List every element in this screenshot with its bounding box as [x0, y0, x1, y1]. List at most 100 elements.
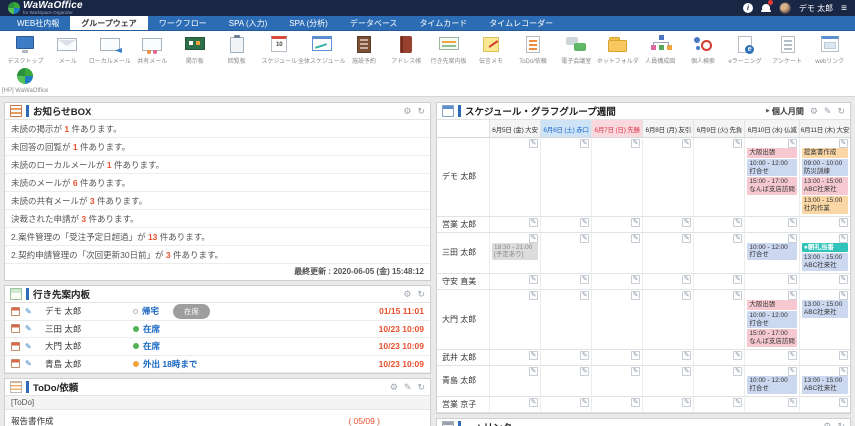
schedule-cell[interactable]: ✎ — [489, 366, 540, 397]
edit-icon[interactable]: ✎ — [529, 367, 538, 376]
status-text[interactable]: 在席 — [143, 323, 160, 335]
schedule-cell[interactable]: ✎13:00 - 15:00ABC社来社 — [799, 290, 850, 350]
schedule-event[interactable]: 10:00 - 12:00打合せ — [747, 159, 797, 177]
schedule-cell[interactable]: ✎13:00 - 15:00ABC社来社 — [799, 366, 850, 397]
edit-icon[interactable]: ✎ — [839, 351, 848, 360]
edit-icon[interactable]: ✎ — [682, 367, 691, 376]
schedule-cell[interactable]: ✎ — [693, 138, 744, 217]
schedule-cell[interactable]: ✎ — [799, 397, 850, 413]
schedule-event[interactable]: 13:00 - 15:00ABC社来社 — [802, 253, 848, 271]
calendar-icon[interactable] — [11, 359, 20, 368]
toolbar-item-mail[interactable]: メール — [46, 35, 88, 65]
edit-icon[interactable]: ✎ — [788, 291, 797, 300]
edit-icon[interactable]: ✎ — [529, 398, 538, 407]
edit-icon[interactable]: ✎ — [529, 291, 538, 300]
schedule-cell[interactable]: ✎ — [642, 366, 693, 397]
edit-icon[interactable]: ✎ — [631, 275, 640, 284]
edit-icon[interactable]: ✎ — [788, 351, 797, 360]
edit-icon[interactable]: ✎ — [580, 291, 589, 300]
schedule-cell[interactable]: ✎ — [744, 350, 799, 366]
schedule-cell[interactable]: ✎ — [642, 217, 693, 233]
edit-icon[interactable]: ✎ — [580, 139, 589, 148]
todo-item[interactable]: 報告書作成( 05/09 ) — [5, 410, 430, 426]
edit-icon[interactable]: ✎ — [529, 351, 538, 360]
notice-item[interactable]: 未回答の回覧が 1 件あります。 — [5, 138, 430, 156]
notice-item[interactable]: 2.契約申請管理の「次回更新30日前」が 3 件あります。 — [5, 246, 430, 264]
avatar[interactable] — [779, 2, 791, 14]
schedule-cell[interactable]: ✎ — [744, 217, 799, 233]
schedule-cell[interactable]: ✎ — [642, 290, 693, 350]
nav-tab-groupware[interactable]: グループウェア — [70, 16, 148, 30]
refresh-icon[interactable]: ↻ — [417, 382, 425, 393]
nav-tab-timecard[interactable]: タイムカード — [408, 16, 478, 30]
edit-icon[interactable]: ✎ — [788, 398, 797, 407]
toolbar-item-bulletin-board[interactable]: 掲示板 — [173, 35, 215, 65]
edit-icon[interactable]: ✎ — [788, 139, 797, 148]
edit-icon[interactable]: ✎ — [788, 275, 797, 284]
schedule-event[interactable]: 提案書作成 — [802, 148, 848, 158]
schedule-cell[interactable]: ✎大阪出張10:00 - 12:00打合せ15:00 - 17:00なんば支店訪… — [744, 138, 799, 217]
edit-icon[interactable]: ✎ — [529, 218, 538, 227]
toolbar-item-person-search[interactable]: 個人検索 — [682, 35, 724, 65]
schedule-cell[interactable]: ✎ — [489, 217, 540, 233]
schedule-cell[interactable]: ✎ — [591, 366, 642, 397]
toolbar-item-message-memo[interactable]: 伝言メモ — [470, 35, 512, 65]
edit-icon[interactable]: ✎ — [631, 367, 640, 376]
nav-tab-spa-input[interactable]: SPA (入力) — [218, 16, 279, 30]
edit-icon[interactable]: ✎ — [839, 218, 848, 227]
edit-icon[interactable]: ✎ — [839, 398, 848, 407]
schedule-cell[interactable]: ✎ — [540, 274, 591, 290]
edit-icon[interactable]: ✎ — [824, 106, 832, 117]
schedule-cell[interactable]: ✎ — [642, 397, 693, 413]
info-icon[interactable]: i — [743, 3, 753, 13]
edit-icon[interactable]: ✎ — [839, 234, 848, 243]
schedule-cell[interactable]: ✎ — [540, 290, 591, 350]
notice-item[interactable]: 2.案件管理の「受注予定日超過」が 13 件あります。 — [5, 228, 430, 246]
toolbar-item-facility-reserve[interactable]: 施設予約 — [343, 35, 385, 65]
gear-icon[interactable]: ⚙ — [403, 106, 411, 117]
schedule-event[interactable]: 大阪出張 — [747, 300, 797, 310]
refresh-icon[interactable]: ↻ — [417, 289, 425, 300]
schedule-event[interactable]: 15:00 - 17:00なんば支店訪問 — [747, 329, 797, 347]
edit-icon[interactable]: ✎ — [25, 307, 32, 316]
edit-icon[interactable]: ✎ — [631, 398, 640, 407]
schedule-event[interactable]: 13:00 - 15:00社内作業 — [802, 196, 848, 214]
schedule-cell[interactable]: ✎ — [540, 366, 591, 397]
notice-item[interactable]: 決裁された申請が 3 件あります。 — [5, 210, 430, 228]
edit-icon[interactable]: ✎ — [839, 367, 848, 376]
refresh-icon[interactable]: ↻ — [837, 421, 845, 426]
schedule-cell[interactable]: ✎ — [489, 138, 540, 217]
schedule-cell[interactable]: ✎ — [693, 274, 744, 290]
nav-tab-web-internal[interactable]: WEB社内報 — [6, 16, 70, 30]
schedule-cell[interactable]: ✎ — [591, 274, 642, 290]
toolbar-item-circular-board[interactable]: 回覧板 — [216, 35, 258, 65]
schedule-cell[interactable]: ✎ — [591, 397, 642, 413]
toolbar-item-e-learning[interactable]: eラーニング — [724, 35, 766, 65]
toolbar-item-wawa-hp[interactable]: [HP] WaWaOffice — [4, 67, 47, 94]
toolbar-item-e-meeting[interactable]: 電子会議室 — [555, 35, 597, 65]
toolbar-item-desktop[interactable]: デスクトップ — [4, 35, 46, 65]
schedule-cell[interactable]: ✎ — [693, 290, 744, 350]
gear-icon[interactable]: ⚙ — [810, 106, 818, 117]
edit-icon[interactable]: ✎ — [404, 382, 412, 393]
toolbar-item-destination-board[interactable]: 行き先案内板 — [428, 35, 470, 65]
edit-icon[interactable]: ✎ — [733, 275, 742, 284]
nav-tab-workflow[interactable]: ワークフロー — [148, 16, 218, 30]
status-text[interactable]: 在席 — [143, 340, 160, 352]
schedule-cell[interactable]: ✎ — [591, 233, 642, 274]
toolbar-item-local-mail[interactable]: ローカルメール — [89, 35, 132, 65]
edit-icon[interactable]: ✎ — [529, 275, 538, 284]
schedule-cell[interactable]: ✎大阪出張10:00 - 12:00打合せ15:00 - 17:00なんば支店訪… — [744, 290, 799, 350]
edit-icon[interactable]: ✎ — [25, 324, 32, 333]
edit-icon[interactable]: ✎ — [839, 139, 848, 148]
schedule-cell[interactable]: ✎ — [744, 274, 799, 290]
schedule-cell[interactable]: ✎ — [693, 397, 744, 413]
edit-icon[interactable]: ✎ — [580, 398, 589, 407]
edit-icon[interactable]: ✎ — [580, 275, 589, 284]
schedule-event[interactable]: 13:00 - 15:00ABC社来社 — [802, 300, 848, 318]
toolbar-item-address-book[interactable]: アドレス帳 — [385, 35, 427, 65]
schedule-cell[interactable]: ✎ — [591, 350, 642, 366]
toolbar-item-todo[interactable]: ToDo/依頼 — [512, 35, 554, 65]
schedule-cell[interactable]: ✎ — [489, 274, 540, 290]
edit-icon[interactable]: ✎ — [839, 291, 848, 300]
